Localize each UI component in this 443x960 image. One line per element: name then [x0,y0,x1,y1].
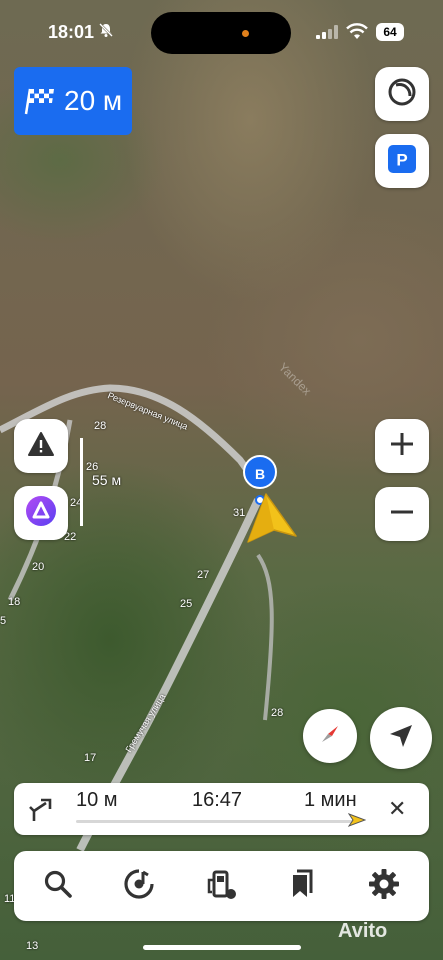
house-number: 18 [8,596,21,608]
report-incident-button[interactable] [14,419,68,473]
svg-text:P: P [396,150,407,169]
layers-button[interactable] [375,67,429,121]
search-button[interactable] [40,868,76,904]
house-number: 25 [180,598,193,610]
arrival-time: 16:47 [192,789,243,811]
house-number: 17 [84,752,97,764]
route-summary-bar[interactable]: 10 м 16:47 1 мин ✕ [14,783,429,835]
music-player-button[interactable] [121,868,157,904]
bookmarks-button[interactable] [283,868,319,904]
battery-indicator: 64 [376,23,404,41]
route-distance: 10 м [76,789,118,811]
location-arrow-icon [387,722,415,755]
search-icon [43,869,73,904]
bookmark-icon [287,869,315,904]
house-number: 5 [0,615,7,627]
my-location-button[interactable] [370,707,432,769]
alice-icon [25,495,57,532]
parking-icon: P [387,144,417,179]
route-duration: 1 мин [304,789,357,811]
house-number: 13 [26,940,39,952]
status-time: 18:01 [48,22,95,42]
house-number: 20 [32,561,45,573]
layers-icon [386,76,418,113]
zoom-out-button[interactable] [375,487,429,541]
minus-icon [389,499,415,530]
settings-button[interactable] [366,868,402,904]
route-progress-track [76,820,354,823]
map-scale-label: 55 м [92,472,122,488]
bell-muted-icon [98,22,114,41]
progress-arrow-icon [347,812,367,828]
camera-indicator-icon [242,30,249,37]
status-bar: 18:01 64 [0,0,443,60]
plus-icon [389,431,415,462]
dynamic-island [151,12,291,54]
gear-icon [368,868,400,905]
zoom-in-button[interactable] [375,419,429,473]
house-number: 28 [94,420,107,432]
gas-station-button[interactable] [203,868,239,904]
close-route-button[interactable]: ✕ [388,796,406,822]
house-number: 27 [197,569,210,581]
compass-button[interactable] [303,709,357,763]
parking-button[interactable]: P [375,134,429,188]
finish-flag-icon [22,86,58,116]
alice-assistant-button[interactable] [14,486,68,540]
turn-right-icon [28,795,56,823]
fuel-icon [205,868,237,905]
music-icon [123,868,155,905]
house-number: 28 [271,707,284,719]
next-maneuver-panel[interactable]: 20 м [14,67,132,135]
compass-icon [316,720,344,753]
cellular-signal-icon [316,25,340,39]
destination-pin[interactable]: B [243,455,277,489]
map-scale-bar [80,438,83,526]
avito-watermark: Avito [338,920,388,942]
wifi-icon [346,23,368,46]
home-indicator[interactable] [143,945,301,950]
bottom-toolbar [14,851,429,921]
close-icon: ✕ [388,796,407,821]
current-position-arrow-icon [244,492,300,551]
warning-icon [27,431,55,462]
distance-to-turn: 20 м [64,85,123,116]
